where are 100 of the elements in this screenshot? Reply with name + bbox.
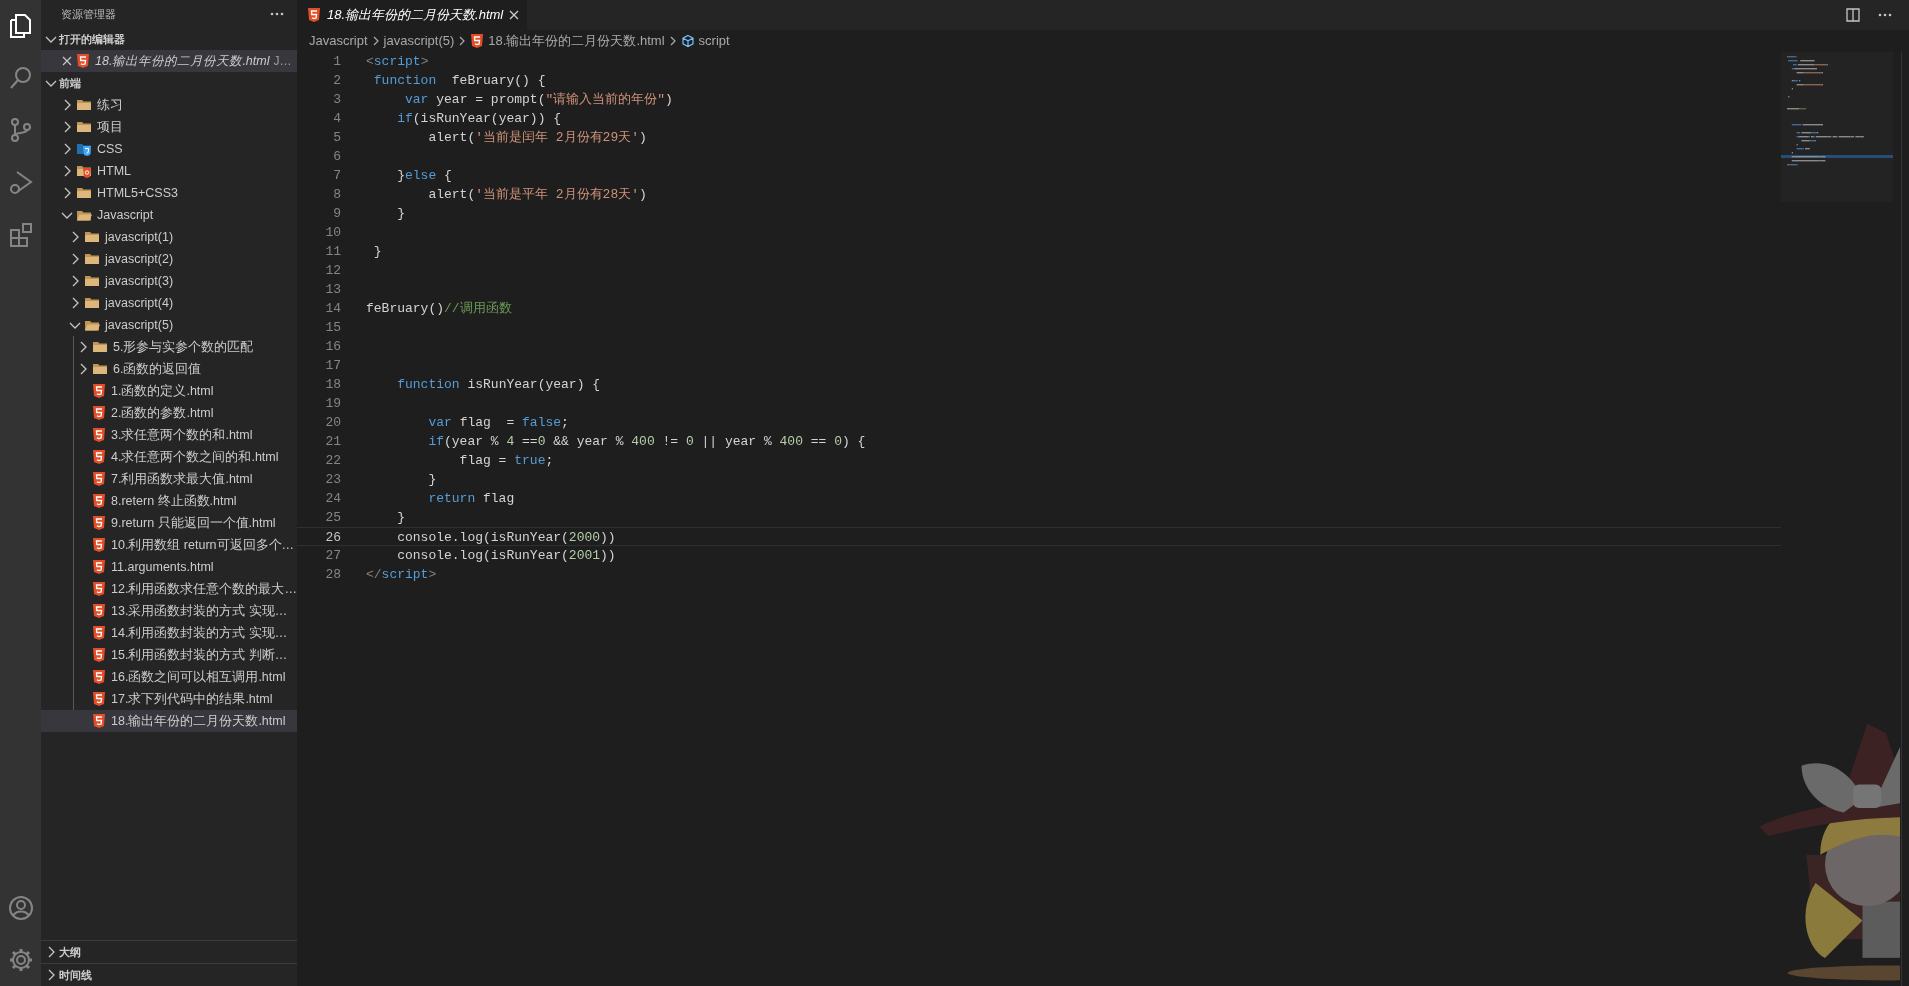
html-file-icon: [76, 53, 90, 70]
folder-icon: [76, 185, 92, 201]
folder-item[interactable]: javascript(4): [41, 292, 297, 314]
html-file-icon: [92, 669, 106, 685]
section-header[interactable]: 打开的编辑器: [41, 28, 297, 50]
line-number: 28: [324, 566, 341, 584]
split-editor-icon[interactable]: [1845, 7, 1861, 23]
line-number: 18: [324, 376, 341, 394]
folder-item[interactable]: javascript(2): [41, 248, 297, 270]
code-line: console.log(isRunYear(2001)): [396, 547, 616, 565]
section-header[interactable]: 大纲: [41, 941, 297, 963]
file-item[interactable]: 11.arguments.html: [41, 556, 297, 578]
breadcrumb-item[interactable]: javascript(5): [383, 31, 455, 51]
folder-item[interactable]: javascript(3): [41, 270, 297, 292]
folder-icon: [84, 251, 100, 267]
file-item[interactable]: 10.利用数组 return可返回多个…: [41, 534, 297, 556]
line-number: 4: [332, 110, 341, 128]
code-line: </script>: [366, 566, 437, 584]
folder-item[interactable]: Javascript: [41, 204, 297, 226]
line-number: 7: [332, 167, 341, 185]
file-item[interactable]: 13.采用函数封装的方式 实现…: [41, 600, 297, 622]
code-line: }: [396, 509, 405, 527]
file-name: 18.输出年份的二月份天数.html: [95, 52, 270, 70]
file-item[interactable]: 18.输出年份的二月份天数.html: [41, 710, 297, 732]
file-item[interactable]: 16.函数之间可以相互调用.html: [41, 666, 297, 688]
html-file-icon: [92, 383, 106, 399]
file-item[interactable]: 2.函数的参数.html: [41, 402, 297, 424]
line-number: 27: [324, 547, 341, 565]
folder-item[interactable]: HTML: [41, 160, 297, 182]
cube-icon: [680, 34, 695, 48]
line-number: 22: [324, 452, 341, 470]
file-item[interactable]: 17.求下列代码中的结果.html: [41, 688, 297, 710]
line-number: 8: [332, 186, 341, 204]
file-item[interactable]: 7.利用函数求最大值.html: [41, 468, 297, 490]
line-number: 2: [332, 72, 341, 90]
file-item[interactable]: 4.求任意两个数之间的和.html: [41, 446, 297, 468]
folder-item[interactable]: CSS: [41, 138, 297, 160]
code-line: flag = true;: [458, 452, 554, 470]
folder-item[interactable]: 练习: [41, 94, 297, 116]
folder-item[interactable]: javascript(1): [41, 226, 297, 248]
line-number: 25: [324, 509, 341, 527]
line-number: 14: [324, 300, 341, 318]
account-icon[interactable]: [6, 894, 35, 922]
code-line: function isRunYear(year) {: [396, 376, 601, 394]
line-number: 3: [332, 91, 341, 109]
html-file-icon: [92, 405, 106, 421]
html-folder-icon: [76, 163, 92, 179]
line-number: 12: [324, 262, 341, 280]
line-number: 6: [332, 148, 341, 166]
html-file-icon: [92, 427, 106, 443]
folder-icon: [84, 273, 100, 289]
breadcrumb-item[interactable]: script: [680, 31, 730, 51]
line-number: 23: [324, 471, 341, 489]
code-line: var flag = false;: [427, 414, 569, 432]
file-item[interactable]: 1.函数的定义.html: [41, 380, 297, 402]
html-file-icon: [92, 559, 106, 575]
html-file-icon: [92, 449, 106, 465]
close-icon[interactable]: [509, 10, 520, 20]
folder-item[interactable]: 5.形参与实参个数的匹配: [41, 336, 297, 358]
file-item[interactable]: 3.求任意两个数的和.html: [41, 424, 297, 446]
folder-icon: [84, 295, 100, 311]
line-number: 10: [324, 224, 341, 242]
file-item[interactable]: 14.利用函数封装的方式 实现…: [41, 622, 297, 644]
breadcrumb-item[interactable]: Javascript: [309, 31, 368, 51]
folder-item[interactable]: javascript(5): [41, 314, 297, 336]
line-number: 1: [332, 53, 341, 71]
file-item[interactable]: 15.利用函数封装的方式 判断…: [41, 644, 297, 666]
code-line: return flag: [427, 490, 515, 508]
folder-item[interactable]: HTML5+CSS3: [41, 182, 297, 204]
html-file-icon: [92, 493, 106, 509]
html-file-icon: [92, 647, 106, 663]
code-line: if(isRunYear(year)) {: [396, 110, 562, 128]
folder-item[interactable]: 6.函数的返回值: [41, 358, 297, 380]
file-item[interactable]: 8.retern 终止函数.html: [41, 490, 297, 512]
line-number: 26: [324, 529, 341, 545]
open-editor-item[interactable]: 18.输出年份的二月份天数.html J…: [41, 50, 297, 72]
close-icon[interactable]: [62, 56, 72, 66]
file-item[interactable]: 9.return 只能返回一个值.html: [41, 512, 297, 534]
section-header[interactable]: 时间线: [41, 964, 297, 986]
line-number: 21: [324, 433, 341, 451]
code-line: alert('当前是平年 2月份有28天'): [427, 186, 647, 204]
html-file-icon: [92, 581, 106, 597]
line-number: 19: [324, 395, 341, 413]
html-file-icon: [92, 471, 106, 487]
html-file-icon: [92, 603, 106, 619]
html-file-icon: [92, 691, 106, 707]
folder-icon: [92, 361, 108, 377]
line-number: 16: [324, 338, 341, 356]
line-number: 15: [324, 319, 341, 337]
line-number: 24: [324, 490, 341, 508]
section-header[interactable]: 前端: [41, 72, 297, 94]
folder-item[interactable]: 项目: [41, 116, 297, 138]
folder-icon: [76, 97, 92, 113]
file-item[interactable]: 12.利用函数求任意个数的最大…: [41, 578, 297, 600]
line-number: 11: [324, 243, 341, 261]
line-number: 20: [324, 414, 341, 432]
line-number: 5: [332, 129, 341, 147]
editor-tab[interactable]: 18.输出年份的二月份天数.html: [297, 0, 528, 30]
breadcrumb-item[interactable]: 18.输出年份的二月份天数.html: [470, 31, 665, 51]
code-line: }else {: [396, 167, 452, 185]
